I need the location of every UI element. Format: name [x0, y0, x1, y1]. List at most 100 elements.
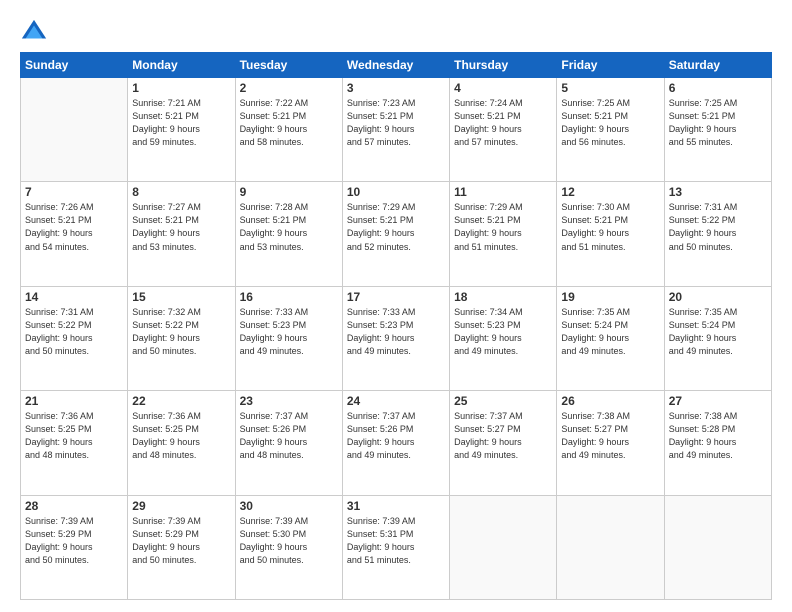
- day-info: Sunrise: 7:29 AM Sunset: 5:21 PM Dayligh…: [454, 201, 552, 253]
- day-info: Sunrise: 7:29 AM Sunset: 5:21 PM Dayligh…: [347, 201, 445, 253]
- day-info: Sunrise: 7:37 AM Sunset: 5:26 PM Dayligh…: [347, 410, 445, 462]
- day-number: 26: [561, 394, 659, 408]
- day-number: 23: [240, 394, 338, 408]
- calendar-cell: 4Sunrise: 7:24 AM Sunset: 5:21 PM Daylig…: [450, 78, 557, 182]
- header: [20, 18, 772, 46]
- day-number: 31: [347, 499, 445, 513]
- calendar-cell: 15 Sunrise: 7:32 AM Sunset: 5:22 PM Dayli…: [128, 286, 235, 390]
- calendar-day-header: Thursday: [450, 53, 557, 78]
- day-number: 6: [669, 81, 767, 95]
- day-number: 16: [240, 290, 338, 304]
- calendar-cell: 8 Sunrise: 7:27 AM Sunset: 5:21 PM Daylig…: [128, 182, 235, 286]
- calendar-week-row: 21 Sunrise: 7:36 AM Sunset: 5:25 PM Dayli…: [21, 391, 772, 495]
- day-number: 1: [132, 81, 230, 95]
- day-info: Sunrise: 7:25 AM Sunset: 5:21 PM Dayligh…: [561, 97, 659, 149]
- day-info: Sunrise: 7:39 AM Sunset: 5:31 PM Dayligh…: [347, 515, 445, 567]
- day-number: 22: [132, 394, 230, 408]
- calendar-cell: 13 Sunrise: 7:31 AM Sunset: 5:22 PM Dayli…: [664, 182, 771, 286]
- day-info: Sunrise: 7:34 AM Sunset: 5:23 PM Dayligh…: [454, 306, 552, 358]
- day-number: 24: [347, 394, 445, 408]
- day-info: Sunrise: 7:26 AM Sunset: 5:21 PM Dayligh…: [25, 201, 123, 253]
- calendar-cell: 19 Sunrise: 7:35 AM Sunset: 5:24 PM Dayli…: [557, 286, 664, 390]
- page: SundayMondayTuesdayWednesdayThursdayFrid…: [0, 0, 792, 612]
- day-number: 3: [347, 81, 445, 95]
- day-info: Sunrise: 7:32 AM Sunset: 5:22 PM Dayligh…: [132, 306, 230, 358]
- day-info: Sunrise: 7:23 AM Sunset: 5:21 PM Dayligh…: [347, 97, 445, 149]
- day-info: Sunrise: 7:27 AM Sunset: 5:21 PM Dayligh…: [132, 201, 230, 253]
- calendar-cell: [557, 495, 664, 599]
- calendar-header-row: SundayMondayTuesdayWednesdayThursdayFrid…: [21, 53, 772, 78]
- calendar-week-row: 1 Sunrise: 7:21 AM Sunset: 5:21 PM Daylig…: [21, 78, 772, 182]
- day-number: 14: [25, 290, 123, 304]
- day-info: Sunrise: 7:36 AM Sunset: 5:25 PM Dayligh…: [132, 410, 230, 462]
- day-number: 4: [454, 81, 552, 95]
- day-number: 20: [669, 290, 767, 304]
- calendar-cell: 14 Sunrise: 7:31 AM Sunset: 5:22 PM Dayli…: [21, 286, 128, 390]
- day-number: 28: [25, 499, 123, 513]
- calendar-day-header: Monday: [128, 53, 235, 78]
- calendar-cell: [450, 495, 557, 599]
- calendar-cell: 28 Sunrise: 7:39 AM Sunset: 5:29 PM Dayli…: [21, 495, 128, 599]
- calendar-cell: 30Sunrise: 7:39 AM Sunset: 5:30 PM Dayli…: [235, 495, 342, 599]
- calendar-cell: 6 Sunrise: 7:25 AM Sunset: 5:21 PM Daylig…: [664, 78, 771, 182]
- logo: [20, 18, 52, 46]
- calendar-table: SundayMondayTuesdayWednesdayThursdayFrid…: [20, 52, 772, 600]
- day-info: Sunrise: 7:31 AM Sunset: 5:22 PM Dayligh…: [669, 201, 767, 253]
- calendar-cell: 1 Sunrise: 7:21 AM Sunset: 5:21 PM Daylig…: [128, 78, 235, 182]
- calendar-cell: [21, 78, 128, 182]
- calendar-cell: 31 Sunrise: 7:39 AM Sunset: 5:31 PM Dayli…: [342, 495, 449, 599]
- day-info: Sunrise: 7:33 AM Sunset: 5:23 PM Dayligh…: [347, 306, 445, 358]
- calendar-cell: 3 Sunrise: 7:23 AM Sunset: 5:21 PM Daylig…: [342, 78, 449, 182]
- calendar-day-header: Friday: [557, 53, 664, 78]
- day-info: Sunrise: 7:22 AM Sunset: 5:21 PM Dayligh…: [240, 97, 338, 149]
- day-number: 30: [240, 499, 338, 513]
- day-number: 19: [561, 290, 659, 304]
- calendar-cell: [664, 495, 771, 599]
- day-info: Sunrise: 7:35 AM Sunset: 5:24 PM Dayligh…: [561, 306, 659, 358]
- day-number: 9: [240, 185, 338, 199]
- day-number: 25: [454, 394, 552, 408]
- day-number: 27: [669, 394, 767, 408]
- calendar-cell: 12Sunrise: 7:30 AM Sunset: 5:21 PM Dayli…: [557, 182, 664, 286]
- day-number: 29: [132, 499, 230, 513]
- day-info: Sunrise: 7:31 AM Sunset: 5:22 PM Dayligh…: [25, 306, 123, 358]
- calendar-cell: 18 Sunrise: 7:34 AM Sunset: 5:23 PM Dayli…: [450, 286, 557, 390]
- calendar-cell: 25 Sunrise: 7:37 AM Sunset: 5:27 PM Dayli…: [450, 391, 557, 495]
- day-number: 12: [561, 185, 659, 199]
- day-number: 10: [347, 185, 445, 199]
- calendar-cell: 5 Sunrise: 7:25 AM Sunset: 5:21 PM Daylig…: [557, 78, 664, 182]
- day-info: Sunrise: 7:39 AM Sunset: 5:29 PM Dayligh…: [132, 515, 230, 567]
- day-info: Sunrise: 7:37 AM Sunset: 5:27 PM Dayligh…: [454, 410, 552, 462]
- day-number: 8: [132, 185, 230, 199]
- calendar-cell: 10 Sunrise: 7:29 AM Sunset: 5:21 PM Dayli…: [342, 182, 449, 286]
- calendar-week-row: 28 Sunrise: 7:39 AM Sunset: 5:29 PM Dayli…: [21, 495, 772, 599]
- day-info: Sunrise: 7:37 AM Sunset: 5:26 PM Dayligh…: [240, 410, 338, 462]
- calendar-day-header: Saturday: [664, 53, 771, 78]
- day-info: Sunrise: 7:38 AM Sunset: 5:28 PM Dayligh…: [669, 410, 767, 462]
- calendar-cell: 22 Sunrise: 7:36 AM Sunset: 5:25 PM Dayli…: [128, 391, 235, 495]
- day-number: 21: [25, 394, 123, 408]
- day-number: 15: [132, 290, 230, 304]
- day-info: Sunrise: 7:39 AM Sunset: 5:29 PM Dayligh…: [25, 515, 123, 567]
- day-number: 13: [669, 185, 767, 199]
- calendar-day-header: Wednesday: [342, 53, 449, 78]
- calendar-cell: 23 Sunrise: 7:37 AM Sunset: 5:26 PM Dayli…: [235, 391, 342, 495]
- day-info: Sunrise: 7:36 AM Sunset: 5:25 PM Dayligh…: [25, 410, 123, 462]
- day-number: 5: [561, 81, 659, 95]
- day-number: 11: [454, 185, 552, 199]
- day-info: Sunrise: 7:38 AM Sunset: 5:27 PM Dayligh…: [561, 410, 659, 462]
- day-info: Sunrise: 7:35 AM Sunset: 5:24 PM Dayligh…: [669, 306, 767, 358]
- calendar-cell: 21 Sunrise: 7:36 AM Sunset: 5:25 PM Dayli…: [21, 391, 128, 495]
- calendar-cell: 17Sunrise: 7:33 AM Sunset: 5:23 PM Dayli…: [342, 286, 449, 390]
- calendar-cell: 27 Sunrise: 7:38 AM Sunset: 5:28 PM Dayli…: [664, 391, 771, 495]
- day-info: Sunrise: 7:21 AM Sunset: 5:21 PM Dayligh…: [132, 97, 230, 149]
- calendar-day-header: Tuesday: [235, 53, 342, 78]
- day-info: Sunrise: 7:25 AM Sunset: 5:21 PM Dayligh…: [669, 97, 767, 149]
- calendar-cell: 16Sunrise: 7:33 AM Sunset: 5:23 PM Dayli…: [235, 286, 342, 390]
- logo-icon: [20, 18, 48, 46]
- calendar-cell: 9Sunrise: 7:28 AM Sunset: 5:21 PM Daylig…: [235, 182, 342, 286]
- calendar-cell: 24 Sunrise: 7:37 AM Sunset: 5:26 PM Dayli…: [342, 391, 449, 495]
- calendar-day-header: Sunday: [21, 53, 128, 78]
- calendar-cell: 11 Sunrise: 7:29 AM Sunset: 5:21 PM Dayli…: [450, 182, 557, 286]
- day-number: 18: [454, 290, 552, 304]
